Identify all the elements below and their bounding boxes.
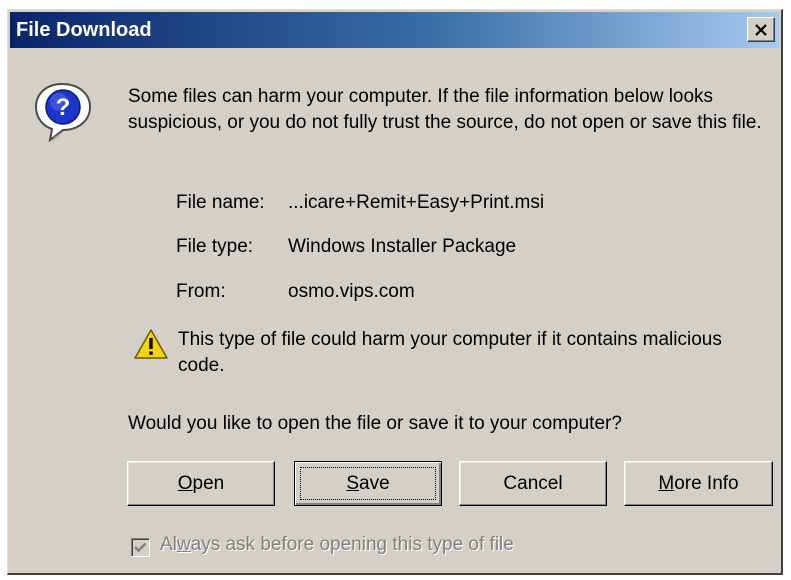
window-title: File Download — [16, 19, 152, 41]
always-ask-label-pre: Al — [160, 534, 177, 555]
file-download-dialog: File Download ? Some files can harm your… — [7, 9, 783, 575]
close-icon — [755, 23, 767, 36]
more-info-label-rest: ore Info — [674, 472, 739, 494]
always-ask-mnemonic: w — [176, 534, 191, 555]
warning-icon — [133, 328, 169, 365]
title-bar[interactable]: File Download — [10, 12, 779, 48]
from-label: From: — [176, 281, 226, 302]
security-message: Some files can harm your computer. If th… — [128, 86, 762, 133]
file-name-value: ...icare+Remit+Easy+Print.msi — [288, 192, 545, 213]
file-name-label: File name: — [176, 192, 265, 213]
svg-text:?: ? — [56, 94, 71, 121]
close-button[interactable] — [747, 17, 775, 42]
checkmark-icon — [134, 542, 147, 553]
open-mnemonic: O — [177, 472, 193, 494]
more-info-mnemonic: M — [658, 472, 675, 494]
action-question: Would you like to open the file or save … — [128, 413, 622, 434]
cancel-label: Cancel — [503, 472, 563, 494]
from-value: osmo.vips.com — [288, 281, 415, 302]
file-type-label: File type: — [176, 236, 254, 257]
always-ask-label[interactable]: Always ask before opening this type of f… — [160, 534, 514, 556]
open-label-rest: pen — [192, 472, 225, 494]
file-type-value: Windows Installer Package — [288, 236, 517, 257]
warning-message: This type of file could harm your comput… — [178, 329, 722, 376]
more-info-button[interactable]: More Info — [624, 461, 773, 506]
always-ask-checkbox[interactable] — [131, 538, 150, 557]
question-icon: ? — [32, 80, 96, 151]
save-button[interactable]: Save — [294, 461, 442, 506]
always-ask-label-post: ays ask before opening this type of file — [190, 534, 514, 555]
cancel-button[interactable]: Cancel — [459, 461, 607, 506]
open-button[interactable]: Open — [127, 461, 275, 506]
focus-ring — [300, 467, 436, 500]
